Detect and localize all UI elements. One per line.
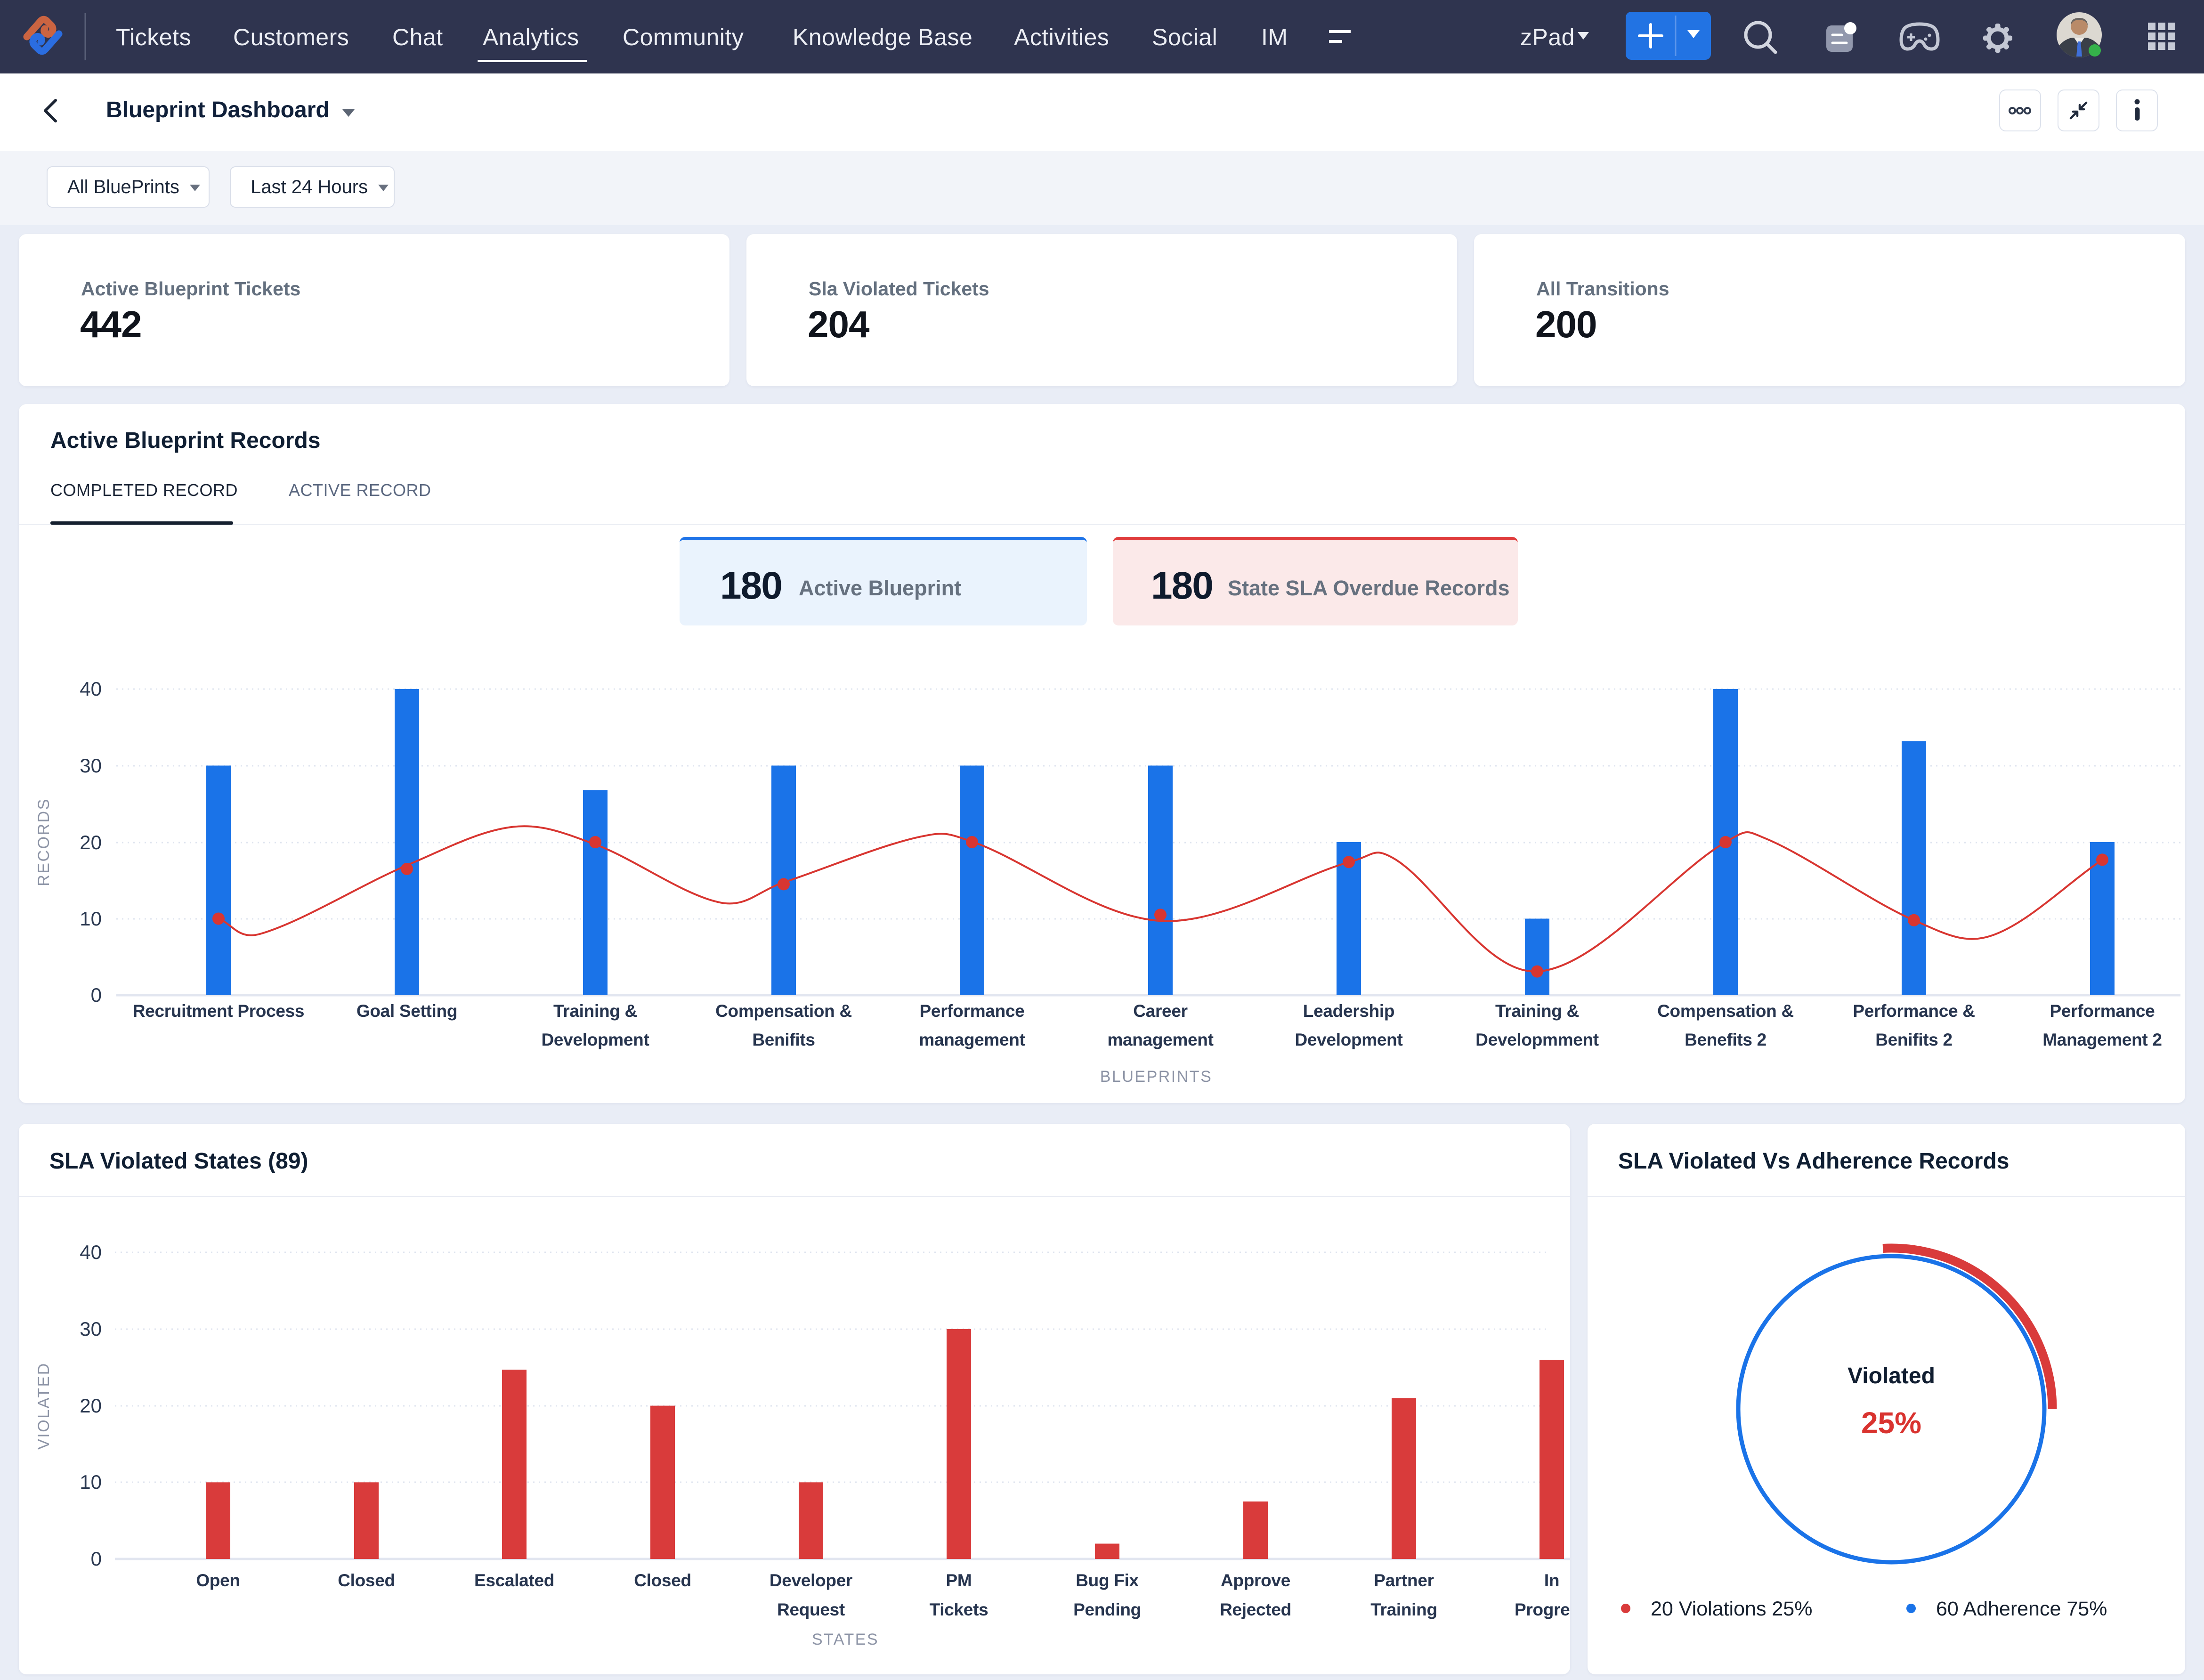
svg-text:Development: Development (1295, 1030, 1402, 1049)
svg-text:10: 10 (80, 908, 102, 930)
svg-text:Training: Training (1370, 1600, 1437, 1619)
svg-text:0: 0 (91, 1548, 102, 1570)
svg-text:Leadership: Leadership (1303, 1001, 1394, 1021)
svg-text:Training &: Training & (1495, 1001, 1579, 1021)
svg-text:25%: 25% (1861, 1406, 1921, 1440)
svg-text:40: 40 (80, 1241, 102, 1263)
svg-text:Closed: Closed (338, 1571, 395, 1590)
svg-text:60 Adherence 75%: 60 Adherence 75% (1936, 1598, 2107, 1620)
svg-text:In: In (1544, 1571, 1559, 1590)
svg-text:management: management (919, 1030, 1025, 1049)
svg-text:Management 2: Management 2 (2042, 1030, 2162, 1049)
svg-text:Performance &: Performance & (1853, 1001, 1975, 1021)
svg-text:0: 0 (91, 984, 102, 1006)
svg-text:Open: Open (196, 1571, 240, 1590)
svg-text:PM: PM (946, 1571, 972, 1590)
svg-text:STATES: STATES (812, 1631, 879, 1648)
svg-text:Benifits 2: Benifits 2 (1875, 1030, 1953, 1049)
svg-text:VIOLATED: VIOLATED (35, 1362, 53, 1450)
svg-text:Rejected: Rejected (1220, 1600, 1291, 1619)
svg-text:RECORDS: RECORDS (35, 798, 53, 886)
svg-text:Violated: Violated (1847, 1363, 1935, 1388)
svg-text:30: 30 (80, 755, 102, 777)
svg-text:Development: Development (541, 1030, 649, 1049)
svg-text:Performance: Performance (2050, 1001, 2155, 1021)
svg-text:Benifits: Benifits (752, 1030, 815, 1049)
svg-text:Escalated: Escalated (474, 1571, 554, 1590)
svg-text:Developmment: Developmment (1475, 1030, 1599, 1049)
svg-text:Performance: Performance (920, 1001, 1025, 1021)
svg-text:20 Violations 25%: 20 Violations 25% (1651, 1598, 1812, 1620)
svg-text:Developer: Developer (770, 1571, 852, 1590)
svg-text:Pending: Pending (1073, 1600, 1141, 1619)
svg-text:20: 20 (80, 831, 102, 853)
svg-text:Goal Setting: Goal Setting (357, 1001, 457, 1021)
svg-text:Career: Career (1133, 1001, 1187, 1021)
svg-text:Benefits 2: Benefits 2 (1685, 1030, 1766, 1049)
svg-text:30: 30 (80, 1318, 102, 1340)
svg-text:40: 40 (80, 678, 102, 700)
svg-text:Training &: Training & (553, 1001, 637, 1021)
svg-text:10: 10 (80, 1471, 102, 1493)
svg-text:Progress: Progress (1515, 1600, 1589, 1619)
svg-text:Tickets: Tickets (930, 1600, 989, 1619)
svg-text:Bug Fix: Bug Fix (1076, 1571, 1139, 1590)
svg-text:Partner: Partner (1374, 1571, 1434, 1590)
svg-text:Request: Request (777, 1600, 845, 1619)
svg-text:Recruitment Process: Recruitment Process (133, 1001, 304, 1021)
svg-text:BLUEPRINTS: BLUEPRINTS (1100, 1068, 1213, 1086)
svg-text:Compensation &: Compensation & (1657, 1001, 1794, 1021)
svg-text:Compensation &: Compensation & (715, 1001, 852, 1021)
svg-text:Approve: Approve (1221, 1571, 1290, 1590)
svg-text:Closed: Closed (634, 1571, 691, 1590)
svg-text:20: 20 (80, 1395, 102, 1417)
svg-text:management: management (1107, 1030, 1213, 1049)
